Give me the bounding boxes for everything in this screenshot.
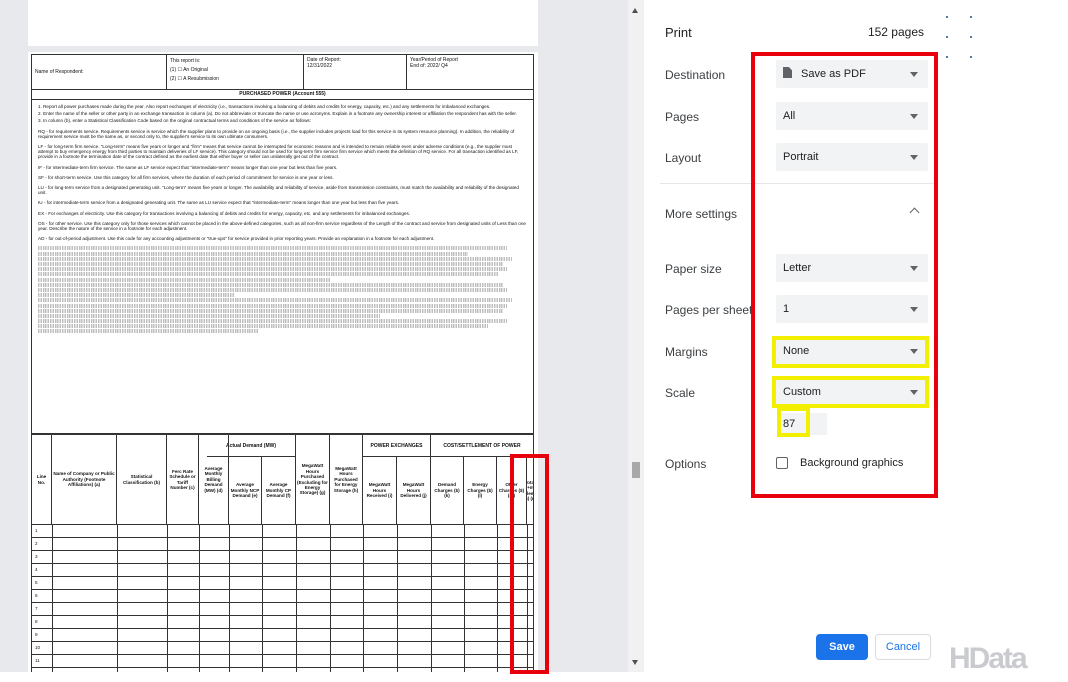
scale-label: Scale: [665, 386, 696, 400]
yellow-highlight-scale: [772, 376, 929, 408]
paper-size-label: Paper size: [665, 262, 722, 276]
page-count: 152 pages: [867, 25, 924, 39]
instruction-continuation: [38, 246, 527, 334]
col-cp-demand: Average Monthly CP Demand (f): [262, 457, 296, 524]
table-row: [32, 667, 533, 672]
pages-per-sheet-label: Pages per sheet: [665, 303, 753, 317]
more-settings-toggle[interactable]: More settings: [665, 207, 737, 221]
cancel-button[interactable]: Cancel: [875, 634, 931, 660]
col-energy-charges: Energy Charges ($) (l): [464, 457, 497, 524]
preview-page: Name of Respondent: This report is: (1) …: [28, 52, 538, 672]
col-mwh-storage: MegaWatt Hours Purchased for Energy Stor…: [330, 435, 363, 524]
col-mwh-delivered: MegaWatt Hours Delivered (j): [397, 457, 431, 524]
print-title: Print: [665, 25, 692, 40]
instruction-item: 1. Report all power purchases made durin…: [38, 104, 491, 109]
col-mwh-received: MegaWatt Hours Received (i): [363, 457, 397, 524]
table-row: 6: [32, 589, 533, 602]
original-option: (1) ☐ An Original: [170, 67, 208, 73]
instruction-item: OS - for other service. Use this categor…: [38, 220, 526, 232]
col-demand-charges: Demand Charges ($) (k): [431, 457, 464, 524]
col-mwh-purchased: MegaWatt Hours Purchased (Excluding for …: [296, 435, 330, 524]
table-row: 2: [32, 537, 533, 550]
red-highlight-last-column: [510, 454, 549, 674]
instruction-item: SF - for short-term service. Use this ca…: [38, 174, 334, 180]
instruction-item: 2. Enter the name of the seller or other…: [38, 111, 517, 117]
report-is-label: This report is:: [170, 58, 201, 64]
instruction-item: 3. In column (b), enter a Statistical Cl…: [38, 118, 311, 124]
table-row: 8: [32, 615, 533, 628]
resubmission-option: (2) ☐ A Resubmission: [170, 76, 219, 82]
yellow-highlight-scale-value: [777, 407, 810, 437]
table-row: 7: [32, 602, 533, 615]
instruction-item: LU - for long-term service from a design…: [38, 185, 519, 196]
scrollbar-thumb[interactable]: [632, 462, 640, 478]
date-value: 12/31/2022: [307, 63, 333, 69]
preview-scrollbar[interactable]: [628, 0, 644, 672]
form-header: Name of Respondent: This report is: (1) …: [31, 54, 534, 90]
table-row: 5: [32, 576, 533, 589]
margins-label: Margins: [665, 345, 708, 359]
table-row: 1: [32, 524, 533, 537]
yellow-highlight-margins: [772, 336, 929, 368]
group-power-exchanges: POWER EXCHANGES: [363, 435, 431, 457]
period-value: End of: 2022/ Q4: [410, 63, 448, 69]
instruction-item: IF - for intermediate-term firm service.…: [38, 164, 338, 170]
col-statistical-classification: Statistical Classification (b): [117, 435, 167, 524]
col-company-name: Name of Company or Public Authority (Foo…: [52, 435, 117, 524]
respondent-cell: Name of Respondent:: [32, 55, 167, 89]
previous-page-bottom: [28, 0, 538, 46]
watermark-logo: HData: [949, 642, 1028, 675]
instructions-block: 1. Report all power purchases made durin…: [31, 100, 534, 434]
destination-label: Destination: [665, 68, 726, 82]
section-title: PURCHASED POWER (Account 555): [31, 90, 534, 100]
table-row: 4: [32, 563, 533, 576]
pages-label: Pages: [665, 110, 700, 124]
col-line-no: Line No.: [32, 435, 52, 524]
table-row: 11: [32, 654, 533, 667]
report-type-cell: This report is: (1) ☐ An Original (2) ☐ …: [167, 55, 304, 89]
decorative-dots-icon: [946, 12, 980, 64]
instruction-item: EX - For exchanges of electricity. Use t…: [38, 210, 411, 216]
options-label: Options: [665, 457, 707, 471]
period-cell: Year/Period of Report End of: 2022/ Q4: [407, 55, 533, 89]
col-rate-schedule: Ferc Rate Schedule or Tariff Number (c): [167, 435, 199, 524]
table-row: 10: [32, 641, 533, 654]
layout-label: Layout: [665, 151, 702, 165]
table-row: 3: [32, 550, 533, 563]
table-row: 9: [32, 628, 533, 641]
scroll-up-arrow-icon[interactable]: [632, 8, 638, 13]
save-button[interactable]: Save: [816, 634, 868, 660]
col-billing-demand: Average Monthly Billing Demand (MW) (d): [199, 435, 229, 524]
date-cell: Date of Report: 12/31/2022: [304, 55, 407, 89]
scroll-down-arrow-icon[interactable]: [632, 660, 638, 665]
instruction-item: AD - for out-of-period adjustment. Use t…: [38, 236, 435, 242]
respondent-label: Name of Respondent:: [35, 69, 84, 75]
purchased-power-grid: Actual Demand (MW) POWER EXCHANGES COST/…: [31, 434, 534, 672]
instruction-item: LF - for long-term firm service. "Long-t…: [38, 144, 519, 160]
instruction-item: IU - for intermediate-term service from …: [38, 200, 400, 206]
col-ncp-demand: Average Monthly NCP Demand (e): [229, 457, 262, 524]
instruction-item: RQ - for requirements service. Requireme…: [38, 128, 515, 139]
